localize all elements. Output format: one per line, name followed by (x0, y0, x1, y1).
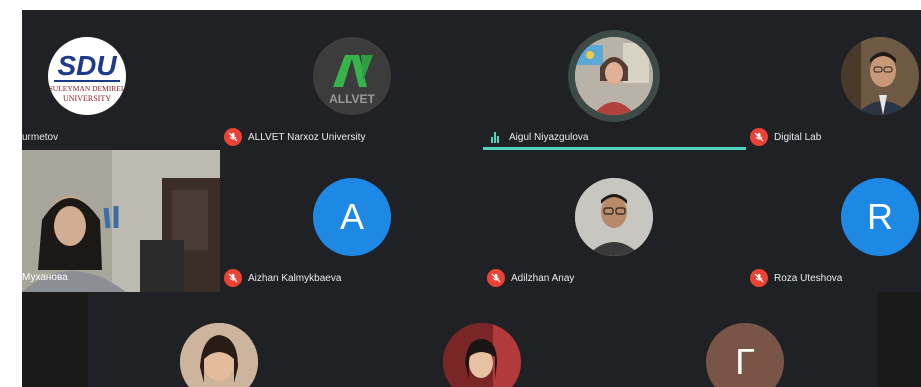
mic-muted-icon (487, 269, 505, 287)
sdu-logo: SDU SULEYMAN DEMIREL UNIVERSITY (48, 37, 126, 115)
participant-tile[interactable]: Adilzhan Anay (487, 151, 750, 292)
participant-name: urmetov (22, 131, 59, 143)
participant-namebar: Aizhan Kalmykbaeva (224, 268, 487, 288)
svg-text:ALLVET: ALLVET (329, 92, 375, 106)
mic-muted-icon (750, 269, 768, 287)
mic-muted-icon (224, 128, 242, 146)
avatar-initial: A (313, 178, 391, 256)
tile-edge (22, 292, 88, 387)
participant-namebar: ALLVET Narxoz University (224, 127, 487, 147)
participant-tile[interactable]: Digital Lab (750, 10, 921, 151)
participant-tile[interactable] (351, 292, 614, 387)
participant-namebar: Roza Uteshova (750, 268, 921, 288)
participant-name: Roza Uteshova (774, 272, 843, 284)
participant-tile[interactable]: A Aizhan Kalmykbaeva (224, 151, 487, 292)
participant-tile[interactable]: R Roza Uteshova (750, 151, 921, 292)
svg-text:SDU: SDU (57, 50, 117, 81)
svg-text:UNIVERSITY: UNIVERSITY (63, 94, 111, 103)
participant-name: Aigul Niyazgulova (509, 131, 589, 143)
mic-muted-icon (224, 269, 242, 287)
participant-namebar: Digital Lab (750, 127, 921, 147)
mic-muted-icon (750, 128, 768, 146)
participant-namebar: Муханова (22, 267, 68, 285)
avatar-initial: R (841, 178, 919, 256)
speaking-ring (568, 30, 660, 122)
avatar (443, 323, 521, 387)
avatar (575, 37, 653, 115)
participant-name: Adilzhan Anay (511, 272, 575, 284)
participant-name: Digital Lab (774, 131, 822, 143)
participant-tile[interactable] (88, 292, 351, 387)
avatar (575, 178, 653, 256)
avatar (180, 323, 258, 387)
participant-namebar: Adilzhan Anay (487, 268, 750, 288)
audio-level-icon (491, 131, 499, 143)
participant-name: Aizhan Kalmykbaeva (248, 272, 342, 284)
participant-tile[interactable]: ALLVET ALLVET Narxoz University (224, 10, 487, 151)
participant-name: ALLVET Narxoz University (248, 131, 366, 143)
participant-name: Муханова (22, 272, 68, 283)
avatar-initial: Г (706, 323, 784, 387)
tile-edge (877, 292, 921, 387)
participant-tile-speaking[interactable]: Aigul Niyazgulova (483, 10, 746, 151)
svg-text:SULEYMAN DEMIREL: SULEYMAN DEMIREL (49, 84, 126, 93)
participant-namebar: Aigul Niyazgulova (483, 127, 746, 147)
participant-video[interactable]: Муханова (22, 150, 220, 292)
speaking-indicator (483, 147, 746, 150)
participant-tile[interactable]: Г (614, 292, 877, 387)
avatar (841, 37, 919, 115)
allvet-logo: ALLVET (313, 37, 391, 115)
meeting-grid: SDU SULEYMAN DEMIREL UNIVERSITY urmetov … (22, 10, 921, 387)
